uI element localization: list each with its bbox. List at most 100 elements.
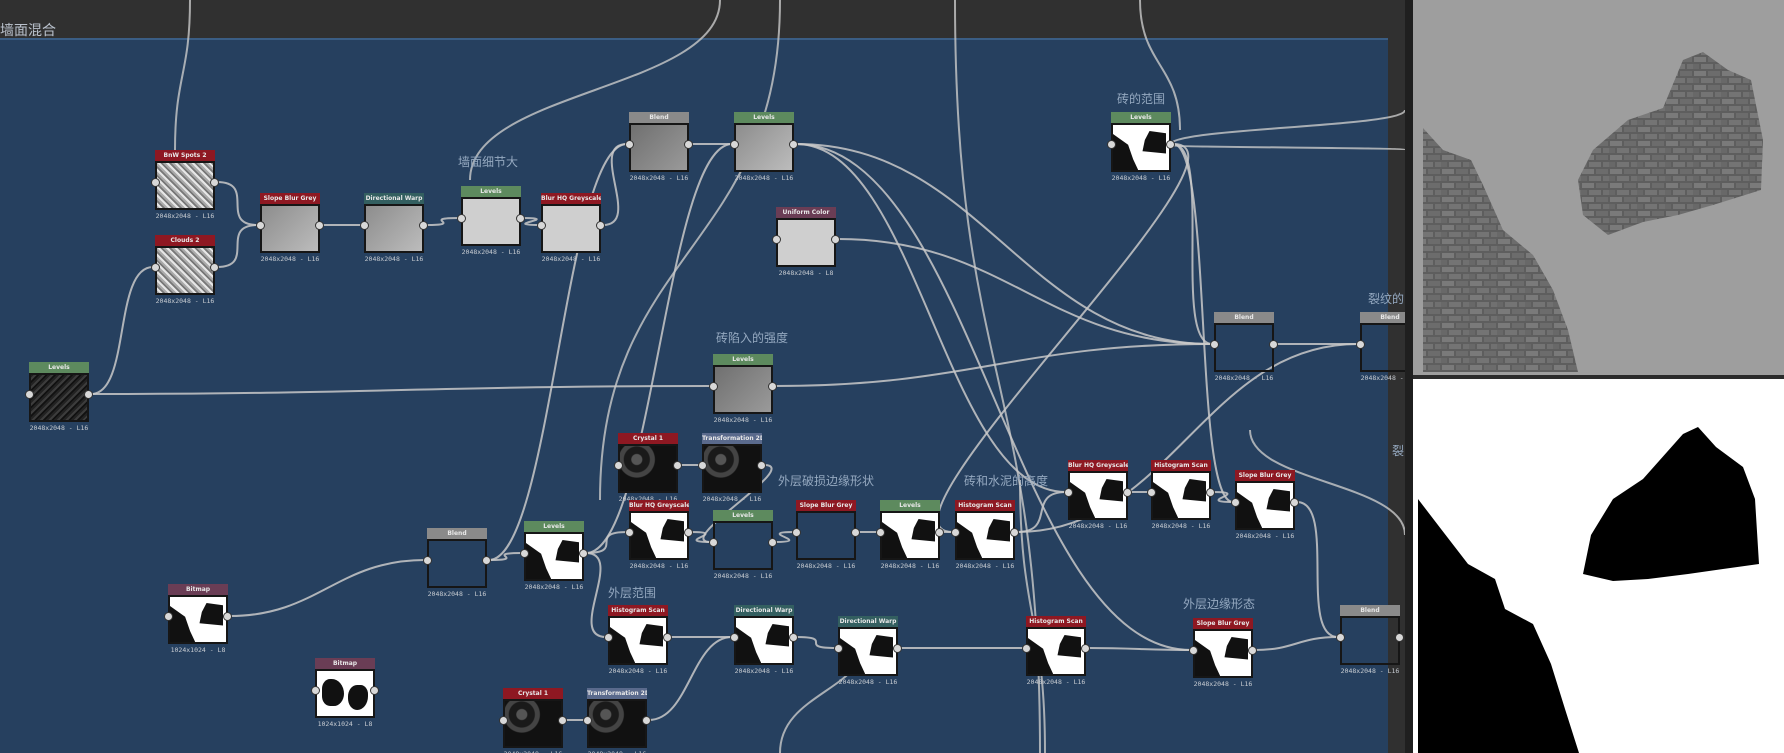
- node-n25[interactable]: Blend 2048x2048 - L16: [423, 528, 491, 598]
- node-n28[interactable]: Bitmap 1024x1024 - L8: [311, 658, 379, 728]
- input-port[interactable]: [311, 686, 320, 695]
- node-n20[interactable]: Levels 2048x2048 - L16: [876, 500, 944, 570]
- input-port[interactable]: [772, 235, 781, 244]
- node-n26[interactable]: Levels 2048x2048 - L16: [520, 521, 588, 591]
- node-n15[interactable]: Crystal 1 2048x2048 - L16: [614, 433, 682, 503]
- node-n35[interactable]: Crystal 12048x2048 - L16: [499, 688, 567, 753]
- input-port[interactable]: [457, 214, 466, 223]
- input-port[interactable]: [537, 221, 546, 230]
- output-port[interactable]: [1010, 528, 1019, 537]
- input-port[interactable]: [1022, 644, 1031, 653]
- input-port[interactable]: [25, 390, 34, 399]
- input-port[interactable]: [709, 382, 718, 391]
- output-port[interactable]: [516, 214, 525, 223]
- output-port[interactable]: [315, 221, 324, 230]
- node-n19[interactable]: Slope Blur Grey 2048x2048 - L16: [792, 500, 860, 570]
- output-port[interactable]: [851, 528, 860, 537]
- output-port[interactable]: [1269, 340, 1278, 349]
- input-port[interactable]: [625, 528, 634, 537]
- node-n22[interactable]: Blur HQ Greyscale 2048x2048 - L16: [1064, 460, 1132, 530]
- input-port[interactable]: [360, 221, 369, 230]
- node-n10[interactable]: Levels 2048x2048 - L16: [25, 362, 93, 432]
- comment-c7[interactable]: 外层边缘形态: [1183, 595, 1255, 612]
- input-port[interactable]: [792, 528, 801, 537]
- input-port[interactable]: [698, 461, 707, 470]
- node-n24[interactable]: Slope Blur Grey 2048x2048 - L16: [1231, 470, 1299, 540]
- node-n36[interactable]: Transformation 2D2048x2048 - L16: [583, 688, 651, 753]
- input-port[interactable]: [876, 528, 885, 537]
- output-port[interactable]: [673, 461, 682, 470]
- comment-c3[interactable]: 砖陷入的强度: [716, 329, 788, 346]
- input-port[interactable]: [1356, 340, 1365, 349]
- input-port[interactable]: [1107, 140, 1116, 149]
- node-n31[interactable]: Directional Warp 2048x2048 - L16: [834, 616, 902, 686]
- output-port[interactable]: [663, 633, 672, 642]
- comment-c4[interactable]: 外层破损边缘形状: [778, 472, 874, 489]
- output-port[interactable]: [768, 382, 777, 391]
- node-n6[interactable]: Blur HQ Greyscale 2048x2048 - L16: [537, 193, 605, 263]
- node-n2[interactable]: Clouds 2 2048x2048 - L16: [151, 235, 219, 305]
- input-port[interactable]: [520, 549, 529, 558]
- node-n4[interactable]: Directional Warp 2048x2048 - L16: [360, 193, 428, 263]
- node-n14[interactable]: Blend 2048x2048 - L16: [1356, 312, 1405, 382]
- node-n17[interactable]: Blur HQ Greyscale 2048x2048 - L16: [625, 500, 693, 570]
- node-n18[interactable]: Levels 2048x2048 - L16: [709, 510, 777, 580]
- comment-c8[interactable]: 裂纹的: [1368, 290, 1404, 307]
- node-n13[interactable]: Blend 2048x2048 - L16: [1210, 312, 1278, 382]
- output-port[interactable]: [370, 686, 379, 695]
- comment-c6[interactable]: 外层范围: [608, 584, 656, 601]
- output-port[interactable]: [789, 140, 798, 149]
- node-n8[interactable]: Levels 2048x2048 - L16: [730, 112, 798, 182]
- comment-c9[interactable]: 裂: [1392, 442, 1404, 459]
- output-port[interactable]: [1248, 646, 1257, 655]
- node-n16[interactable]: Transformation 2D 2048x2048 - L16: [698, 433, 766, 503]
- output-port[interactable]: [419, 221, 428, 230]
- node-n30[interactable]: Directional Warp 2048x2048 - L16: [730, 605, 798, 675]
- input-port[interactable]: [709, 538, 718, 547]
- output-port[interactable]: [558, 716, 567, 725]
- output-port[interactable]: [1290, 498, 1299, 507]
- input-port[interactable]: [730, 140, 739, 149]
- input-port[interactable]: [164, 612, 173, 621]
- node-n12[interactable]: Levels 2048x2048 - L16: [1107, 112, 1175, 182]
- node-n33[interactable]: Slope Blur Grey 2048x2048 - L16: [1189, 618, 1257, 688]
- input-port[interactable]: [625, 140, 634, 149]
- output-port[interactable]: [210, 263, 219, 272]
- node-n1[interactable]: BnW Spots 2 2048x2048 - L16: [151, 150, 219, 220]
- output-port[interactable]: [1081, 644, 1090, 653]
- output-port[interactable]: [684, 140, 693, 149]
- output-port[interactable]: [210, 178, 219, 187]
- input-port[interactable]: [499, 716, 508, 725]
- input-port[interactable]: [1336, 633, 1345, 642]
- comment-c2[interactable]: 砖的范围: [1117, 90, 1165, 107]
- input-port[interactable]: [423, 556, 432, 565]
- node-n32[interactable]: Histogram Scan 2048x2048 - L16: [1022, 616, 1090, 686]
- input-port[interactable]: [730, 633, 739, 642]
- input-port[interactable]: [834, 644, 843, 653]
- output-port[interactable]: [757, 461, 766, 470]
- output-port[interactable]: [684, 528, 693, 537]
- node-n7[interactable]: Blend 2048x2048 - L16: [625, 112, 693, 182]
- comment-c5[interactable]: 砖和水泥的高度: [964, 472, 1048, 489]
- node-n23[interactable]: Histogram Scan 2048x2048 - L16: [1147, 460, 1215, 530]
- input-port[interactable]: [583, 716, 592, 725]
- panel-splitter[interactable]: [1405, 0, 1413, 753]
- node-n34[interactable]: Blend 2048x2048 - L16: [1336, 605, 1404, 675]
- node-graph-canvas[interactable]: 墙面混合 墙面细节大 砖的范围 砖陷入的强度 外层破损边缘形状 砖和水泥的高度 外层范围外…: [0, 0, 1405, 753]
- node-n29[interactable]: Histogram Scan 2048x2048 - L16: [604, 605, 672, 675]
- node-n27[interactable]: Bitmap 1024x1024 - L8: [164, 584, 232, 654]
- input-port[interactable]: [614, 461, 623, 470]
- output-port[interactable]: [1395, 633, 1404, 642]
- input-port[interactable]: [1210, 340, 1219, 349]
- input-port[interactable]: [1231, 498, 1240, 507]
- node-n11[interactable]: Levels 2048x2048 - L16: [709, 354, 777, 424]
- output-port[interactable]: [642, 716, 651, 725]
- output-port[interactable]: [1123, 488, 1132, 497]
- input-port[interactable]: [951, 528, 960, 537]
- input-port[interactable]: [1064, 488, 1073, 497]
- output-port[interactable]: [596, 221, 605, 230]
- 2d-view[interactable]: [1413, 379, 1784, 753]
- 3d-view[interactable]: [1413, 0, 1784, 375]
- output-port[interactable]: [768, 538, 777, 547]
- input-port[interactable]: [151, 178, 160, 187]
